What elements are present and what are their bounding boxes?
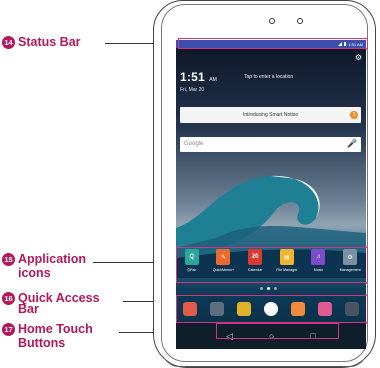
search-placeholder: Google xyxy=(184,141,204,147)
callout-label: Home Touch xyxy=(18,322,93,336)
page-dot xyxy=(274,287,277,290)
callout-number-badge: 17 xyxy=(2,323,15,336)
quick-access-bar-highlight xyxy=(176,295,368,323)
callout-number-badge: 14 xyxy=(2,36,15,49)
callout-label: Bar xyxy=(18,302,39,316)
callout-number-badge: 16 xyxy=(2,292,15,305)
page-dot-active xyxy=(267,287,270,290)
tablet-bottom-edge xyxy=(162,350,367,367)
application-icons-highlight xyxy=(176,247,368,283)
smart-notice-text: Introducing Smart Notice xyxy=(242,112,299,118)
callout-quick-access-bar: 16 Quick Access Bar xyxy=(2,292,100,316)
page-dot xyxy=(260,287,263,290)
front-camera-icon xyxy=(269,18,275,24)
google-search-bar[interactable]: Google 🎤 xyxy=(180,137,361,152)
notice-count-badge: 3 xyxy=(350,111,358,119)
clock-time: 1:51 xyxy=(180,70,205,84)
gear-icon[interactable]: ⚙ xyxy=(355,53,362,62)
callout-home-touch-buttons: 17 Home Touch Buttons xyxy=(2,322,93,350)
microphone-icon[interactable]: 🎤 xyxy=(347,139,357,148)
callout-application-icons: 15 Application icons xyxy=(2,252,87,280)
clock-date: Fri, Mar 20 xyxy=(180,87,205,93)
callout-label: Application xyxy=(18,252,87,266)
callout-label: Buttons xyxy=(18,336,66,350)
page-indicator xyxy=(260,287,277,290)
weather-location-prompt[interactable]: Tap to enter a location xyxy=(244,74,293,80)
callout-status-bar: 14 Status Bar xyxy=(2,35,81,49)
clock-widget[interactable]: 1:51 AM Fri, Mar 20 xyxy=(180,68,217,93)
home-touch-buttons-highlight xyxy=(216,323,339,339)
status-bar-highlight xyxy=(178,38,368,49)
callout-label: Status Bar xyxy=(18,35,81,49)
smart-notice-card[interactable]: Introducing Smart Notice 3 xyxy=(180,107,361,123)
callout-number-badge: 15 xyxy=(2,253,15,266)
clock-ampm: AM xyxy=(209,77,217,83)
callout-label: icons xyxy=(18,266,51,280)
light-sensor-icon xyxy=(297,18,303,24)
